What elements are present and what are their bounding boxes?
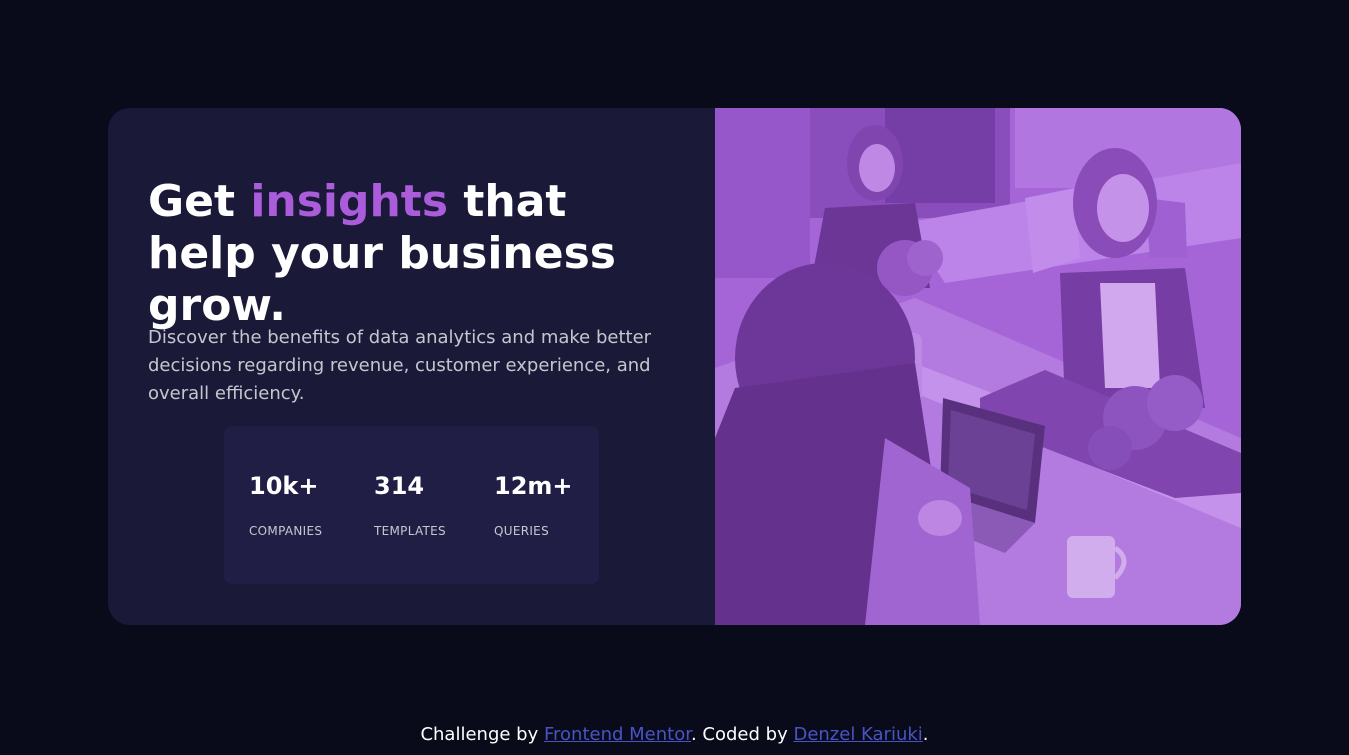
description: Discover the benefits of data analytics … <box>148 327 652 404</box>
stats-box: 10k+ COMPANIES 314 TEMPLATES 12m+ QUERIE… <box>224 426 599 584</box>
stat-value: 12m+ <box>494 472 573 500</box>
stat-queries: 12m+ QUERIES <box>494 472 573 538</box>
headline: Get insights that help your business gro… <box>148 176 688 332</box>
author-link[interactable]: Denzel Kariuki <box>793 724 922 745</box>
stat-label: TEMPLATES <box>374 524 446 538</box>
frontend-mentor-link[interactable]: Frontend Mentor <box>544 724 691 745</box>
attribution: Challenge by Frontend Mentor. Coded by D… <box>0 724 1349 745</box>
stat-label: COMPANIES <box>249 524 323 538</box>
attribution-text: . Coded by <box>690 724 794 745</box>
stat-templates: 314 TEMPLATES <box>374 472 446 538</box>
office-photo <box>715 108 1241 625</box>
stat-value: 10k+ <box>249 472 319 500</box>
stat-companies: 10k+ COMPANIES <box>249 472 322 538</box>
office-photo-illustration <box>715 108 1241 625</box>
stat-value: 314 <box>374 472 425 500</box>
stats-preview-card: Get insights that help your business gro… <box>108 108 1241 625</box>
attribution-text: Challenge by <box>420 724 544 745</box>
headline-text: Get <box>148 176 251 227</box>
card-content: Get insights that help your business gro… <box>108 108 715 625</box>
attribution-text: . <box>922 724 929 745</box>
stat-label: QUERIES <box>494 524 549 538</box>
headline-accent: insights <box>250 176 449 227</box>
